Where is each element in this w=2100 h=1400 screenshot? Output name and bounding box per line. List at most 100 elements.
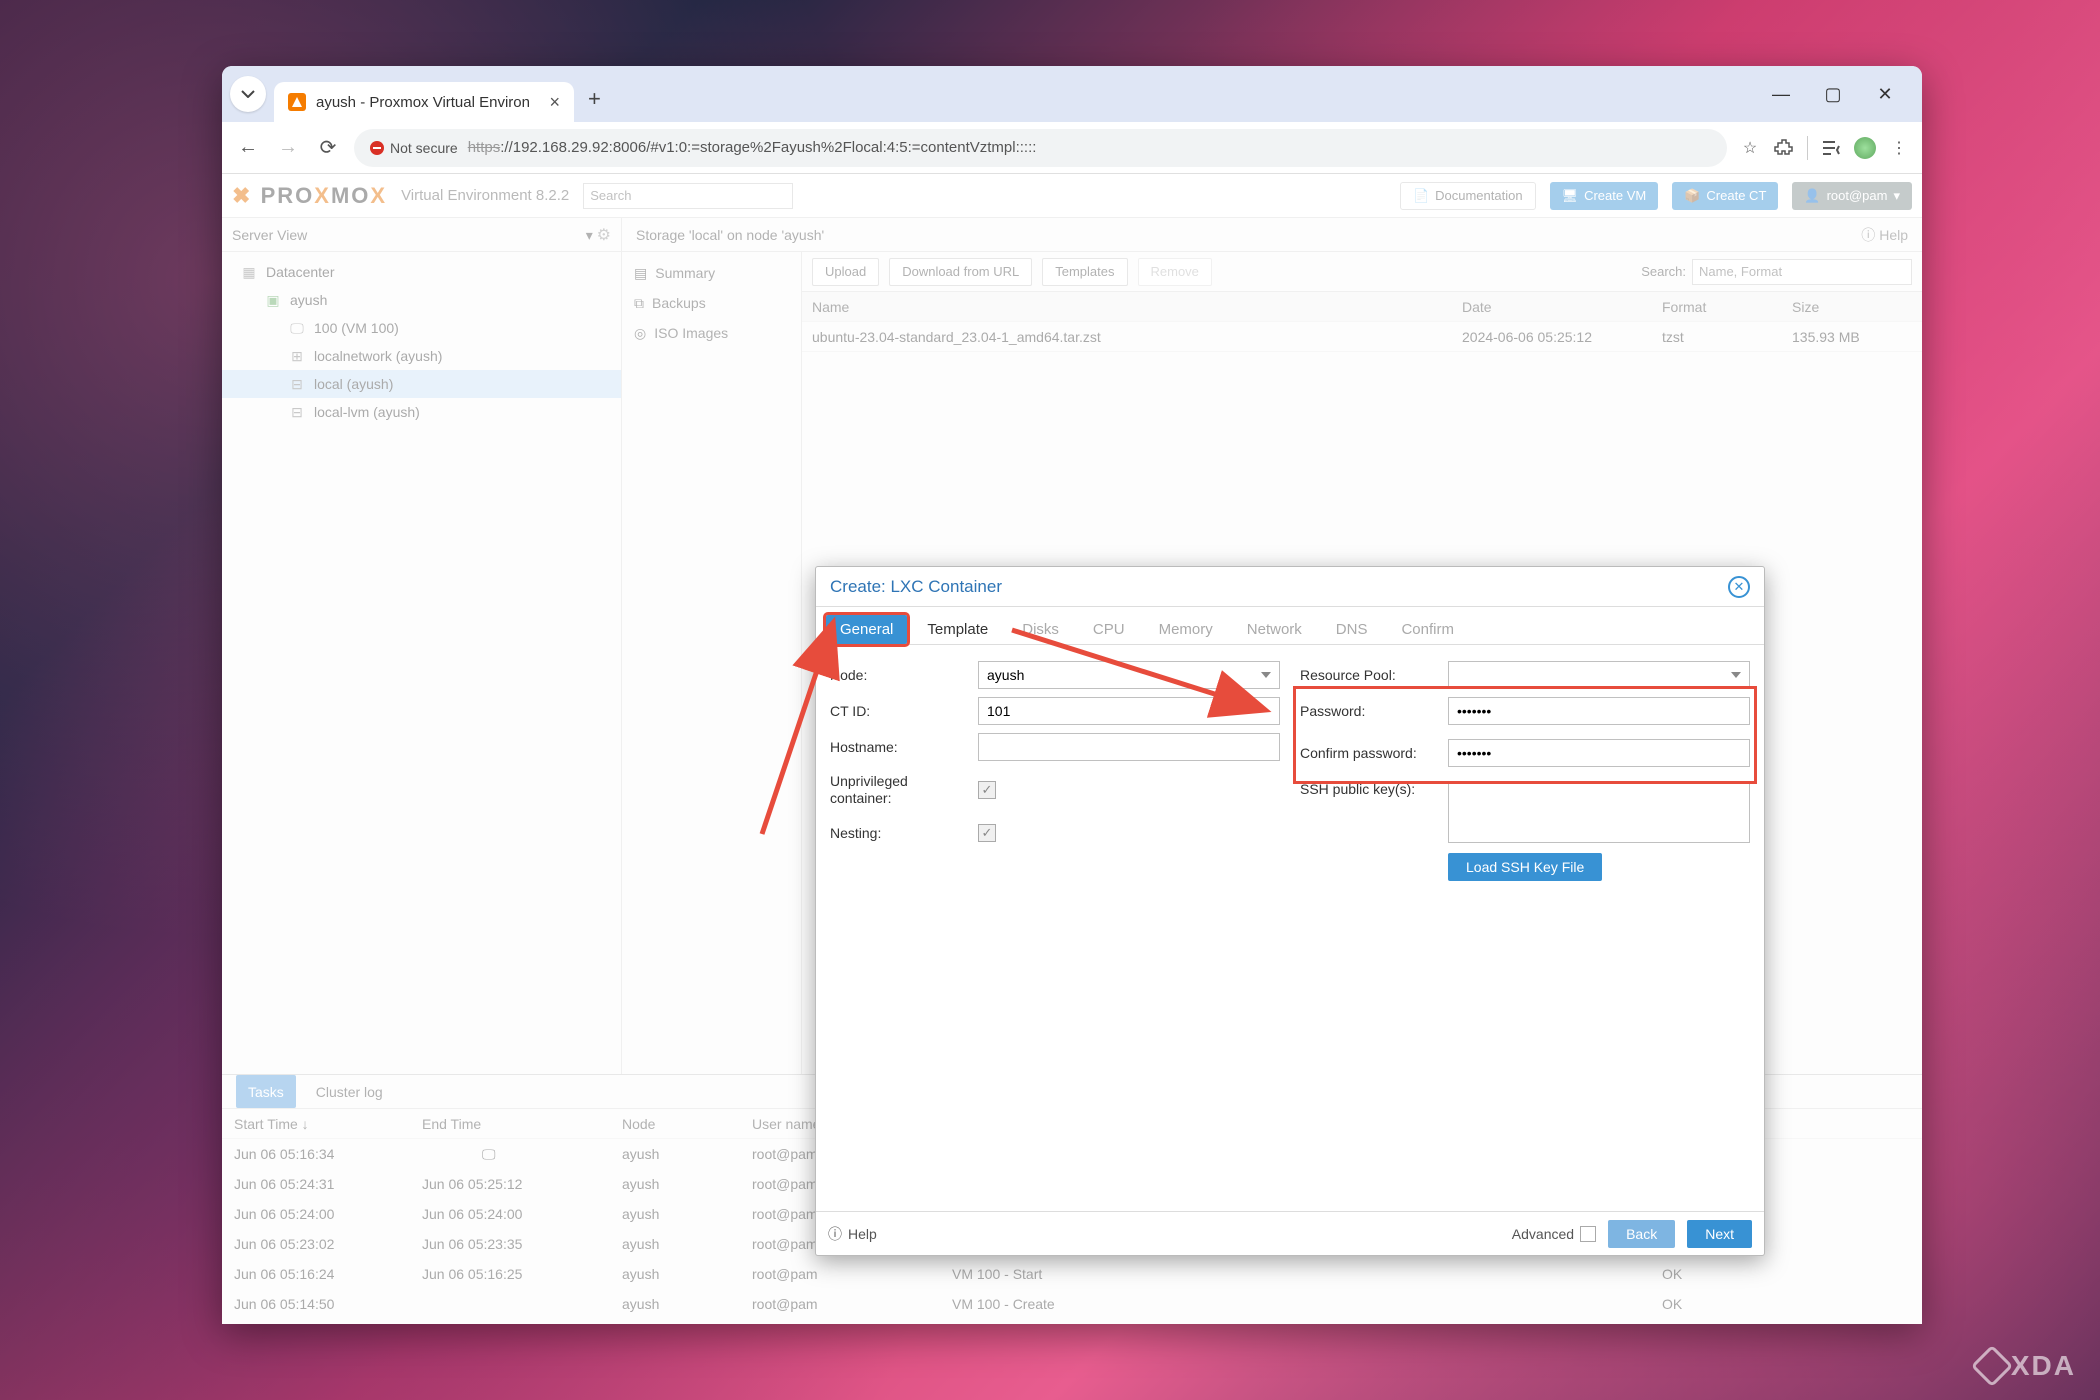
nav-summary[interactable]: ▤ Summary [622, 258, 801, 288]
confirm-password-input[interactable] [1448, 739, 1750, 767]
password-highlight-box: Password: Confirm password: [1296, 689, 1754, 781]
tab-strip: ayush - Proxmox Virtual Environ × + — ▢ … [222, 66, 1922, 122]
reading-list-icon[interactable] [1820, 137, 1842, 159]
browser-tab[interactable]: ayush - Proxmox Virtual Environ × [274, 82, 574, 122]
grid-search-input[interactable] [1692, 259, 1912, 285]
nav-backups[interactable]: ⧉ Backups [622, 288, 801, 318]
user-menu-button[interactable]: 👤 root@pam ▾ [1792, 182, 1912, 210]
col-date[interactable]: Date [1462, 299, 1662, 315]
modal-help-button[interactable]: ⓘ Help [828, 1224, 877, 1244]
profile-icon[interactable] [1854, 137, 1876, 159]
close-window-button[interactable]: ✕ [1876, 85, 1894, 103]
wizard-tab-disks: Disks [1008, 615, 1073, 644]
nav-iso-images[interactable]: ◎ ISO Images [622, 318, 801, 348]
maximize-button[interactable]: ▢ [1824, 85, 1842, 103]
templates-button[interactable]: Templates [1042, 258, 1127, 286]
wizard-tab-template[interactable]: Template [913, 615, 1002, 644]
confirm-password-label: Confirm password: [1300, 745, 1440, 762]
extensions-icon[interactable] [1773, 137, 1795, 159]
server-tree-sidebar: Server View▾ ⚙ ▦Datacenter ▣ayush 🖵100 (… [222, 218, 622, 1074]
resource-pool-combo[interactable] [1448, 661, 1750, 689]
password-input[interactable] [1448, 697, 1750, 725]
tree-node-ayush[interactable]: ▣ayush [222, 286, 621, 314]
wizard-tab-network: Network [1233, 615, 1316, 644]
content-nav: ▤ Summary ⧉ Backups ◎ ISO Images [622, 252, 802, 1074]
col-format[interactable]: Format [1662, 299, 1792, 315]
help-button[interactable]: ⓘ Help [1861, 225, 1908, 245]
log-row[interactable]: Jun 06 05:14:50ayushroot@pamVM 100 - Cre… [222, 1289, 1922, 1319]
nesting-label: Nesting: [830, 825, 970, 841]
header-search-input[interactable] [583, 183, 793, 209]
not-secure-label: Not secure [390, 140, 458, 156]
download-url-button[interactable]: Download from URL [889, 258, 1032, 286]
address-bar: ← → ⟳ Not secure https://192.168.29.92:8… [222, 122, 1922, 174]
password-label: Password: [1300, 703, 1440, 719]
minimize-button[interactable]: — [1772, 85, 1790, 103]
tab-search-button[interactable] [230, 76, 266, 112]
col-name[interactable]: Name [802, 299, 1462, 315]
remove-button[interactable]: Remove [1138, 258, 1212, 286]
xda-watermark: XDA [1977, 1350, 2076, 1382]
advanced-toggle[interactable]: Advanced [1512, 1226, 1596, 1242]
col-size[interactable]: Size [1792, 299, 1922, 315]
tree-storage-local-lvm[interactable]: ⊟local-lvm (ayush) [222, 398, 621, 426]
back-button[interactable]: ← [234, 134, 262, 162]
table-row[interactable]: ubuntu-23.04-standard_23.04-1_amd64.tar.… [802, 322, 1922, 352]
wizard-tab-general[interactable]: General [826, 615, 907, 644]
pve-header: ✖ PROXMOX Virtual Environment 8.2.2 📄 Do… [222, 174, 1922, 218]
tree-storage-local[interactable]: ⊟local (ayush) [222, 370, 621, 398]
browser-window: ayush - Proxmox Virtual Environ × + — ▢ … [222, 66, 1922, 1324]
new-tab-button[interactable]: + [588, 86, 601, 112]
wizard-tab-memory: Memory [1145, 615, 1227, 644]
version-label: Virtual Environment 8.2.2 [401, 187, 569, 204]
create-lxc-modal: Create: LXC Container ✕ General Template… [815, 566, 1765, 1256]
breadcrumb: Storage 'local' on node 'ayush' [636, 227, 824, 243]
nesting-checkbox[interactable]: ✓ [978, 824, 996, 842]
log-tab-cluster[interactable]: Cluster log [316, 1075, 383, 1108]
not-secure-icon [370, 141, 384, 155]
proxmox-app: ✖ PROXMOX Virtual Environment 8.2.2 📄 Do… [222, 174, 1922, 1324]
tab-close-icon[interactable]: × [549, 92, 560, 113]
load-ssh-key-button[interactable]: Load SSH Key File [1448, 853, 1602, 881]
unprivileged-checkbox[interactable]: ✓ [978, 781, 996, 799]
modal-close-button[interactable]: ✕ [1728, 576, 1750, 598]
chrome-menu-icon[interactable]: ⋮ [1888, 137, 1910, 159]
node-label: Node: [830, 667, 970, 683]
ctid-label: CT ID: [830, 703, 970, 719]
back-button-modal[interactable]: Back [1608, 1220, 1675, 1248]
tree-datacenter[interactable]: ▦Datacenter [222, 258, 621, 286]
create-ct-button[interactable]: 📦 Create CT [1672, 182, 1778, 210]
reload-button[interactable]: ⟳ [314, 134, 342, 162]
sidebar-view-selector[interactable]: Server View▾ ⚙ [222, 218, 621, 252]
hostname-input[interactable] [978, 733, 1280, 761]
tree-localnetwork[interactable]: ⊞localnetwork (ayush) [222, 342, 621, 370]
content-toolbar: Upload Download from URL Templates Remov… [802, 252, 1922, 292]
wizard-tab-dns: DNS [1322, 615, 1382, 644]
wizard-tabs: General Template Disks CPU Memory Networ… [816, 607, 1764, 645]
ssh-keys-textarea[interactable] [1448, 781, 1750, 843]
url-display: https://192.168.29.92:8006/#v1:0:=storag… [468, 139, 1037, 156]
bookmark-icon[interactable]: ☆ [1739, 137, 1761, 159]
next-button[interactable]: Next [1687, 1220, 1752, 1248]
log-tab-tasks[interactable]: Tasks [236, 1075, 296, 1108]
search-label: Search: [1641, 264, 1686, 279]
forward-button[interactable]: → [274, 134, 302, 162]
modal-title: Create: LXC Container [830, 577, 1002, 597]
hostname-label: Hostname: [830, 739, 970, 755]
upload-button[interactable]: Upload [812, 258, 879, 286]
ssh-label: SSH public key(s): [1300, 781, 1440, 798]
pool-label: Resource Pool: [1300, 667, 1440, 683]
create-vm-button[interactable]: 🖥 Create VM [1550, 182, 1659, 210]
tree-vm-100[interactable]: 🖵100 (VM 100) [222, 314, 621, 342]
wizard-tab-confirm: Confirm [1387, 615, 1468, 644]
proxmox-favicon [288, 93, 306, 111]
gear-icon[interactable]: ⚙ [597, 227, 611, 244]
wizard-tab-cpu: CPU [1079, 615, 1139, 644]
node-combo[interactable] [978, 661, 1280, 689]
security-indicator[interactable]: Not secure [370, 140, 458, 156]
omnibox[interactable]: Not secure https://192.168.29.92:8006/#v… [354, 129, 1727, 167]
documentation-button[interactable]: 📄 Documentation [1400, 182, 1536, 210]
ctid-input[interactable] [978, 697, 1280, 725]
proxmox-logo: ✖ PROXMOX [232, 183, 387, 209]
log-row[interactable]: Jun 06 05:16:24Jun 06 05:16:25ayushroot@… [222, 1259, 1922, 1289]
